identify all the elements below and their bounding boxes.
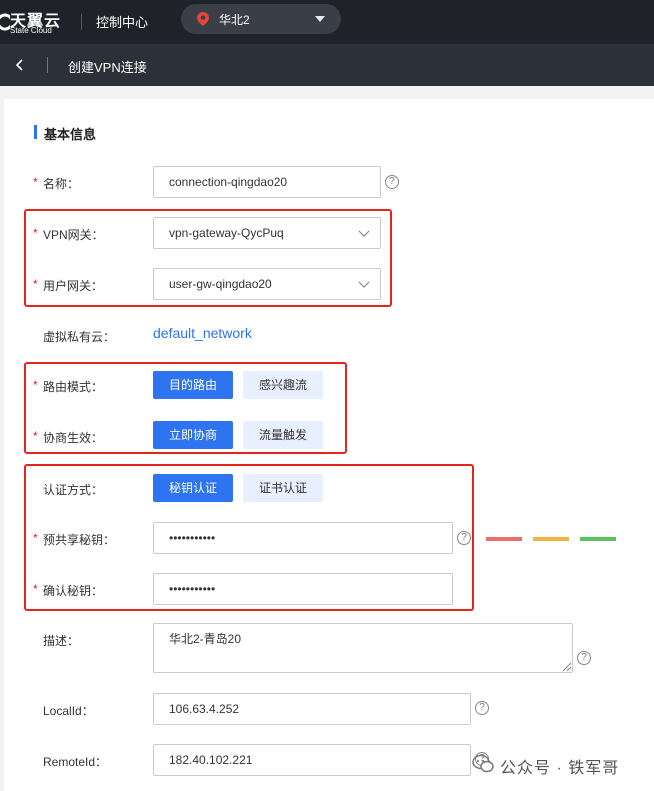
auth-certificate-button[interactable]: 证书认证 (243, 474, 323, 502)
psk-confirm-label: 确认秘钥： (43, 584, 104, 598)
chevron-down-icon (358, 281, 370, 288)
description-textarea[interactable] (153, 623, 573, 673)
auth-method-label: 认证方式： (43, 483, 104, 497)
strength-bar-strong (580, 537, 616, 541)
chevron-down-icon (358, 230, 370, 237)
strength-bar-weak (486, 537, 522, 541)
console-link[interactable]: 控制中心 (96, 12, 148, 31)
required-mark: * (33, 175, 38, 189)
help-icon[interactable]: ? (475, 701, 489, 715)
negotiation-label: 协商生效： (43, 431, 104, 445)
user-gateway-value: user-gw-qingdao20 (169, 277, 272, 291)
page-title: 创建VPN连接 (68, 60, 147, 75)
location-pin-icon (197, 12, 209, 26)
back-arrow-icon[interactable] (10, 55, 30, 75)
required-mark: * (33, 531, 38, 545)
caret-down-icon (315, 16, 325, 22)
wechat-icon (472, 754, 494, 773)
route-mode-destination-button[interactable]: 目的路由 (153, 371, 233, 399)
watermark-text: 公众号 · 铁军哥 (500, 760, 620, 777)
remote-id-input[interactable]: 182.40.102.221 (153, 744, 471, 776)
user-gateway-select[interactable]: user-gw-qingdao20 (153, 268, 381, 300)
resize-grip-icon[interactable] (562, 662, 571, 671)
vpn-gateway-select[interactable]: vpn-gateway-QycPuq (153, 217, 381, 249)
required-mark: * (33, 277, 38, 291)
region-select[interactable]: 华北2 (181, 4, 341, 34)
negotiate-now-button[interactable]: 立即协商 (153, 421, 233, 449)
divider (47, 57, 48, 73)
auth-psk-button[interactable]: 秘钥认证 (153, 474, 233, 502)
required-mark: * (33, 226, 38, 240)
psk-label: 预共享秘钥： (43, 533, 116, 547)
name-label: 名称： (43, 177, 80, 191)
help-icon[interactable]: ? (577, 651, 591, 665)
route-mode-interest-flow-button[interactable]: 感兴趣流 (243, 371, 323, 399)
local-id-label: LocalId： (43, 704, 94, 718)
top-navbar: 天翼云 State Cloud 控制中心 华北2 (0, 0, 654, 44)
route-mode-label: 路由模式： (43, 380, 104, 394)
remote-id-label: RemoteId： (43, 755, 108, 769)
description-label: 描述： (43, 634, 80, 648)
logo-mark-icon (0, 13, 10, 31)
user-gateway-label: 用户网关： (43, 279, 104, 293)
vpn-gateway-label: VPN网关： (43, 228, 104, 242)
state-cloud-logo[interactable]: 天翼云 State Cloud (0, 6, 68, 38)
required-mark: * (33, 378, 38, 392)
traffic-trigger-button[interactable]: 流量触发 (243, 421, 323, 449)
help-icon[interactable]: ? (385, 175, 399, 189)
local-id-input[interactable]: 106.63.4.252 (153, 693, 471, 725)
page-header: 创建VPN连接 (0, 44, 654, 86)
vpc-label: 虚拟私有云： (43, 330, 116, 344)
logo-subtext: State Cloud (10, 26, 52, 35)
section-accent-bar (34, 125, 37, 139)
strength-bar-medium (533, 537, 569, 541)
name-input[interactable]: connection-qingdao20 (153, 166, 381, 198)
required-mark: * (33, 429, 38, 443)
watermark: 公众号 · 铁军哥 (472, 750, 652, 780)
help-icon[interactable]: ? (457, 531, 471, 545)
vpc-link[interactable]: default_network (153, 325, 252, 341)
divider (81, 14, 82, 30)
vpn-gateway-value: vpn-gateway-QycPuq (169, 226, 284, 240)
required-mark: * (33, 582, 38, 596)
section-title: 基本信息 (44, 127, 97, 142)
psk-input[interactable]: ••••••••••• (153, 522, 453, 554)
psk-confirm-input[interactable]: ••••••••••• (153, 573, 453, 605)
region-value: 华北2 (219, 13, 250, 27)
